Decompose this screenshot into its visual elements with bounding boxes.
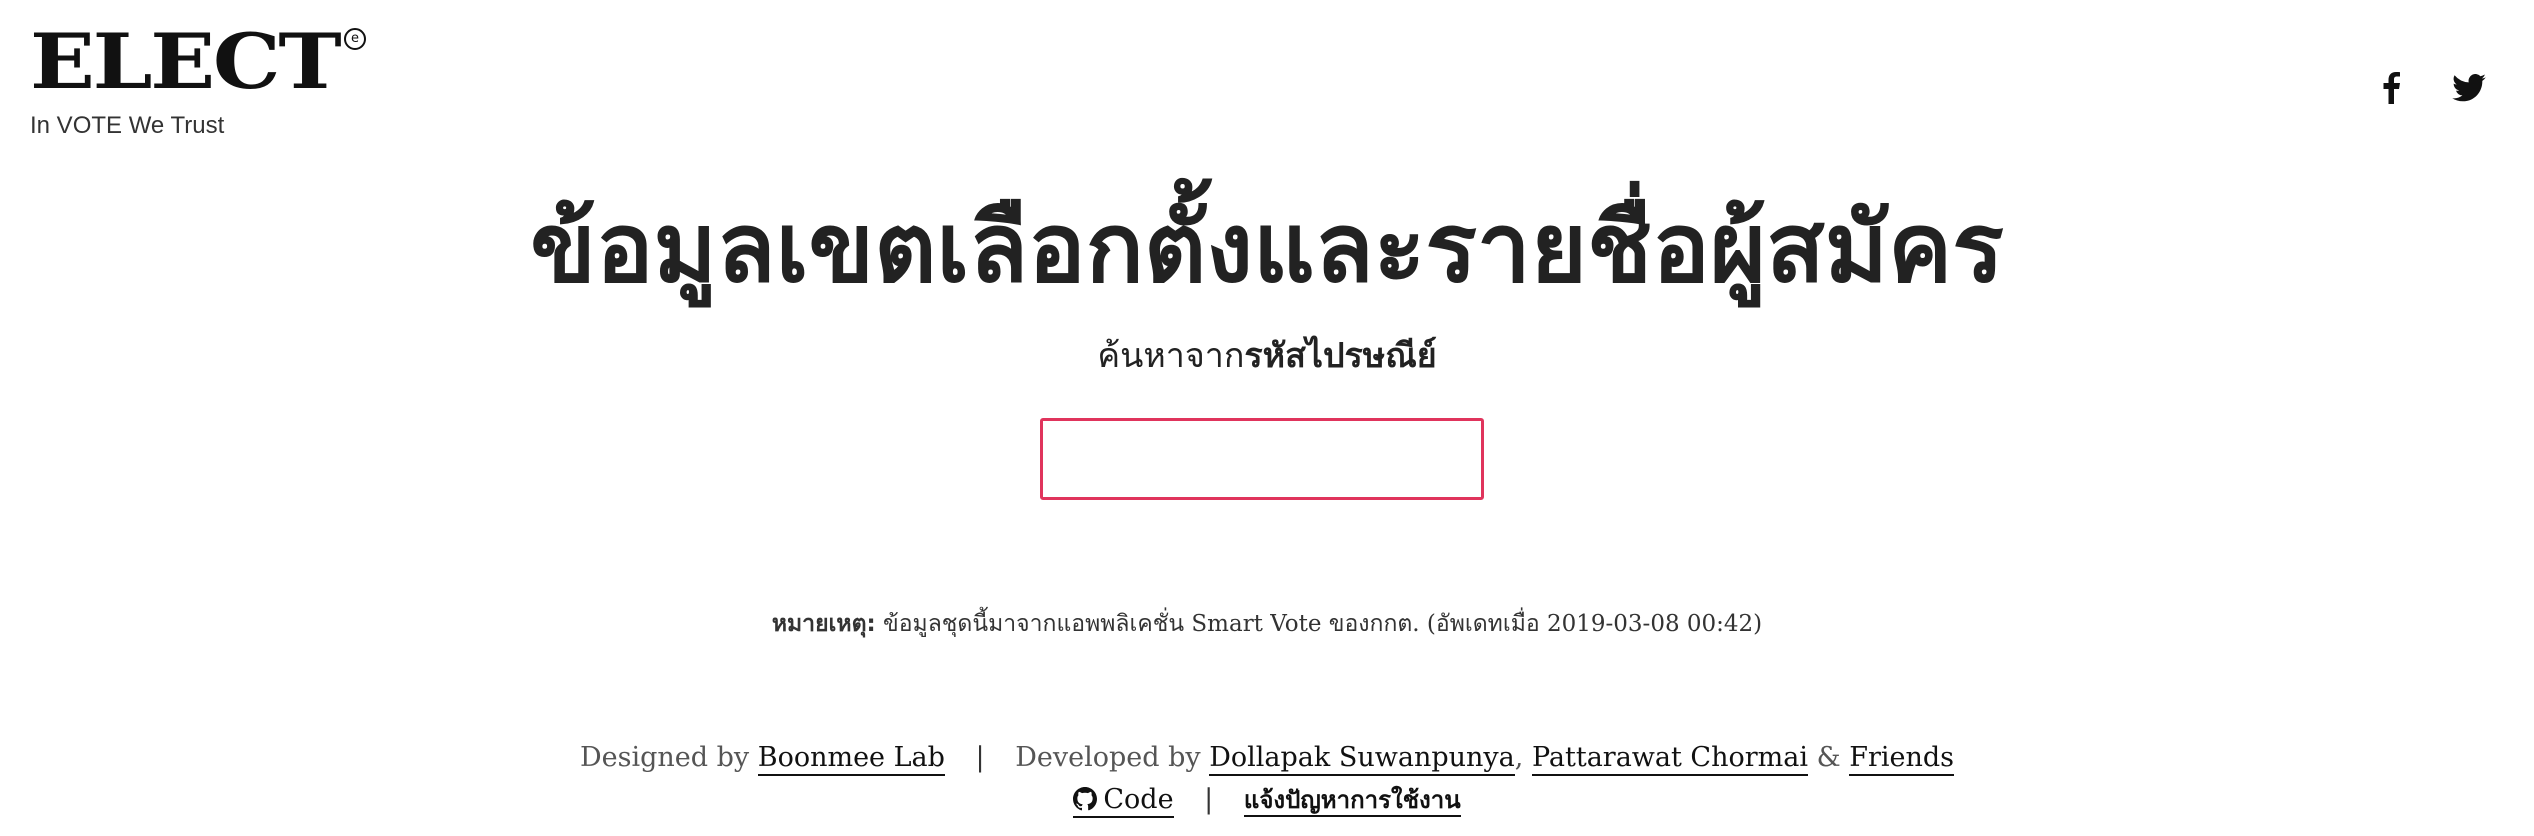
- logo-text: ELECT: [30, 17, 342, 106]
- logo-mark: e: [344, 28, 366, 50]
- designed-by-label: Designed by: [579, 742, 750, 773]
- developer-link-1[interactable]: Dollapak Suwanpunya: [1209, 742, 1515, 776]
- comma: ,: [1514, 742, 1524, 773]
- note: หมายเหตุ: ข้อมูลชุดนี้มาจากแอพพลิเคชั่น …: [0, 606, 2534, 642]
- social-links: [2382, 72, 2486, 104]
- subtitle-prefix: ค้นหาจาก: [1097, 336, 1245, 376]
- tagline: In VOTE We Trust: [30, 112, 225, 139]
- code-link[interactable]: Code: [1073, 784, 1174, 818]
- subtitle-bold: รหัสไปรษณีย์: [1244, 336, 1437, 376]
- designer-link[interactable]: Boonmee Lab: [757, 742, 945, 776]
- search-subtitle: ค้นหาจากรหัสไปรษณีย์: [0, 328, 2534, 382]
- developed-by-label: Developed by: [1015, 742, 1201, 773]
- separator: |: [975, 742, 985, 773]
- separator-2: |: [1204, 784, 1214, 815]
- facebook-icon[interactable]: [2382, 72, 2400, 104]
- page-title: ข้อมูลเขตเลือกตั้งและรายชื่อผู้สมัคร: [530, 191, 2004, 304]
- footer-links: Code | แจ้งปัญหาการใช้งาน: [0, 780, 2534, 819]
- github-icon: [1073, 787, 1098, 818]
- postal-code-input[interactable]: [1040, 418, 1484, 500]
- code-link-label: Code: [1103, 784, 1174, 815]
- twitter-icon[interactable]: [2452, 74, 2486, 102]
- ampersand: &: [1816, 742, 1841, 773]
- logo[interactable]: ELECT e In VOTE We Trust: [30, 24, 366, 140]
- friends-link[interactable]: Friends: [1849, 742, 1955, 776]
- note-label: หมายเหตุ:: [771, 611, 876, 637]
- developer-link-2[interactable]: Pattarawat Chormai: [1531, 742, 1808, 776]
- footer-credits: Designed by Boonmee Lab | Developed by D…: [0, 742, 2534, 776]
- note-text: ข้อมูลชุดนี้มาจากแอพพลิเคชั่น Smart Vote…: [875, 611, 1763, 637]
- report-problem-link[interactable]: แจ้งปัญหาการใช้งาน: [1243, 786, 1461, 817]
